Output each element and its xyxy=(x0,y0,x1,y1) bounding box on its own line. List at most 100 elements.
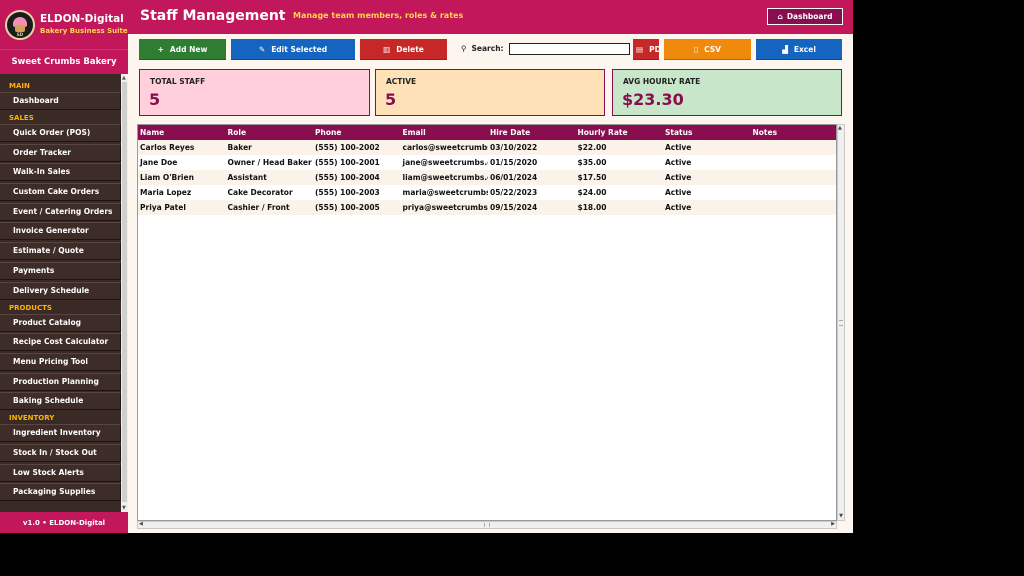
table-cell xyxy=(751,185,837,200)
search-input[interactable] xyxy=(509,43,630,55)
table-cell: Cashier / Front xyxy=(227,203,290,212)
export-pdf-label: PDF xyxy=(649,44,659,54)
avg-hourly-rate-label: AVG HOURLY RATE xyxy=(623,77,701,86)
table-cell: maria@sweetcrumbs.com xyxy=(402,188,489,197)
edit-selected-button[interactable]: ✎ Edit Selected xyxy=(231,39,355,60)
active-staff-label: ACTIVE xyxy=(386,77,417,86)
sidebar-item-low-stock-alerts[interactable]: Low Stock Alerts xyxy=(0,463,121,482)
sidebar-item-order-tracker[interactable]: Order Tracker xyxy=(0,143,121,162)
avg-hourly-rate-card: AVG HOURLY RATE $23.30 xyxy=(612,69,842,116)
sidebar-item-custom-cake-orders[interactable]: Custom Cake Orders xyxy=(0,183,121,202)
sidebar-section-title: SALES xyxy=(9,114,34,122)
column-header-name[interactable]: Name xyxy=(138,125,226,140)
sidebar-item-delivery-schedule[interactable]: Delivery Schedule xyxy=(0,281,121,300)
sidebar-item-ingredient-inventory[interactable]: Ingredient Inventory xyxy=(0,424,121,443)
sidebar-item-product-catalog[interactable]: Product Catalog xyxy=(0,313,121,332)
column-header-hourly-rate[interactable]: Hourly Rate xyxy=(576,125,664,140)
home-icon: ⌂ xyxy=(777,12,783,21)
table-row[interactable]: Maria Lopez Cake Decorator (555) 100-2003 m… xyxy=(138,185,837,200)
table-cell: (555) 100-2002 xyxy=(315,143,380,152)
export-csv-label: CSV xyxy=(704,44,721,54)
table-cell: priya@sweetcrumbs.com xyxy=(402,203,489,212)
staff-table: Name Role Phone Email Hire Date Hourly Rate St… xyxy=(137,124,837,521)
scroll-up-icon[interactable]: ▲ xyxy=(122,75,126,81)
search-label-text: Search: xyxy=(471,44,504,53)
table-cell: 01/15/2020 xyxy=(490,158,538,167)
table-cell: Active xyxy=(665,188,692,197)
table-cell: Cake Decorator xyxy=(227,188,293,197)
table-cell: Active xyxy=(665,173,692,182)
table-cell: Active xyxy=(665,158,692,167)
table-cell: $35.00 xyxy=(577,158,607,167)
scroll-down-icon[interactable]: ▼ xyxy=(122,505,126,511)
total-staff-card: TOTAL STAFF 5 xyxy=(139,69,370,116)
column-header-hire-date[interactable]: Hire Date xyxy=(488,125,576,140)
file-icon: ▯ xyxy=(694,44,699,54)
sidebar-item-invoice-generator[interactable]: Invoice Generator xyxy=(0,222,121,241)
export-pdf-button[interactable]: ▤ PDF xyxy=(633,39,659,60)
add-new-button[interactable]: + Add New xyxy=(139,39,226,60)
column-header-phone[interactable]: Phone xyxy=(313,125,401,140)
table-row[interactable]: Jane Doe Owner / Head Baker (555) 100-2001… xyxy=(138,155,836,170)
table-horizontal-scrollbar[interactable]: ◀ ▶ xyxy=(137,521,837,529)
search-label: ⚲ Search: xyxy=(461,44,504,53)
total-staff-value: 5 xyxy=(149,90,161,109)
sidebar-item-walk-in-sales[interactable]: Walk-In Sales xyxy=(0,163,121,182)
sidebar-item-baking-schedule[interactable]: Baking Schedule xyxy=(0,392,121,411)
table-cell: $22.00 xyxy=(577,143,607,152)
table-cell: liam@sweetcrumbs.com xyxy=(402,173,489,182)
table-row[interactable]: Priya Patel Cashier / Front (555) 100-2005… xyxy=(138,200,837,215)
brand-header: ED ELDON-Digital Bakery Business Suite xyxy=(0,0,128,49)
add-new-label: Add New xyxy=(169,44,208,54)
chart-icon: ▟ xyxy=(782,44,788,54)
table-cell: Priya Patel xyxy=(140,203,186,212)
app-subtitle: Bakery Business Suite xyxy=(40,27,128,35)
table-row[interactable]: Carlos Reyes Baker (555) 100-2002 carlos@sw… xyxy=(138,140,836,155)
column-header-status[interactable]: Status xyxy=(663,125,751,140)
scroll-left-icon[interactable]: ◀ xyxy=(139,521,143,527)
sidebar-item-payments[interactable]: Payments xyxy=(0,261,121,280)
delete-button[interactable]: ▥ Delete xyxy=(360,39,447,60)
table-cell: Liam O'Brien xyxy=(140,173,194,182)
table-cell: (555) 100-2005 xyxy=(315,203,380,212)
table-cell: Owner / Head Baker xyxy=(227,158,312,167)
sidebar-item-packaging-supplies[interactable]: Packaging Supplies xyxy=(0,483,121,502)
sidebar-item-event-catering-orders[interactable]: Event / Catering Orders xyxy=(0,202,121,221)
sidebar-item-quick-order-pos[interactable]: Quick Order (POS) xyxy=(0,124,121,142)
scroll-right-icon[interactable]: ▶ xyxy=(831,521,835,527)
table-cell: Baker xyxy=(227,143,252,152)
sidebar-item-menu-pricing-tool[interactable]: Menu Pricing Tool xyxy=(0,352,121,371)
table-vertical-scrollbar[interactable]: ▲ xyxy=(837,124,845,521)
export-excel-button[interactable]: ▟ Excel xyxy=(756,39,842,60)
dashboard-button[interactable]: ⌂ Dashboard xyxy=(767,8,843,25)
scroll-up-icon[interactable]: ▲ xyxy=(838,125,842,131)
scroll-down-icon[interactable]: ▼ xyxy=(837,513,845,521)
active-staff-card: ACTIVE 5 xyxy=(375,69,605,116)
column-header-notes[interactable]: Notes xyxy=(751,125,837,140)
table-cell xyxy=(751,170,837,185)
sidebar-scrollbar[interactable]: ▲ ▼ xyxy=(121,74,128,512)
sidebar-item-production-planning[interactable]: Production Planning xyxy=(0,372,121,391)
cupcake-logo-icon: ED xyxy=(5,9,35,40)
sidebar-section-title: PRODUCTS xyxy=(9,303,52,312)
horizontal-scroll-thumb[interactable] xyxy=(484,523,490,527)
table-cell: Active xyxy=(665,203,692,212)
vertical-scroll-thumb[interactable] xyxy=(839,320,843,326)
plus-icon: + xyxy=(157,44,164,54)
sidebar-item-stock-in-stock-out[interactable]: Stock In / Stock Out xyxy=(0,443,121,462)
sidebar-item-estimate-quote[interactable]: Estimate / Quote xyxy=(0,242,121,261)
column-header-role[interactable]: Role xyxy=(226,125,314,140)
table-header: Name Role Phone Email Hire Date Hourly Rate St… xyxy=(138,125,837,140)
sidebar-item-recipe-cost-calculator[interactable]: Recipe Cost Calculator xyxy=(0,333,121,352)
sidebar-scroll-thumb[interactable] xyxy=(122,82,127,502)
delete-label: Delete xyxy=(396,44,424,54)
sidebar-item-dashboard[interactable]: Dashboard xyxy=(0,92,121,110)
table-row[interactable]: Liam O'Brien Assistant (555) 100-2004 liam@… xyxy=(138,170,837,185)
sidebar-nav: MAIN Dashboard SALES Quick Order (POS) Order… xyxy=(0,74,128,512)
sidebar-footer: v1.0 • ELDON-Digital xyxy=(0,512,128,533)
column-header-email[interactable]: Email xyxy=(401,125,489,140)
table-cell xyxy=(751,200,837,215)
magnifier-icon: ⚲ xyxy=(461,44,467,53)
export-csv-button[interactable]: ▯ CSV xyxy=(664,39,751,60)
table-cell: 05/22/2023 xyxy=(490,188,538,197)
